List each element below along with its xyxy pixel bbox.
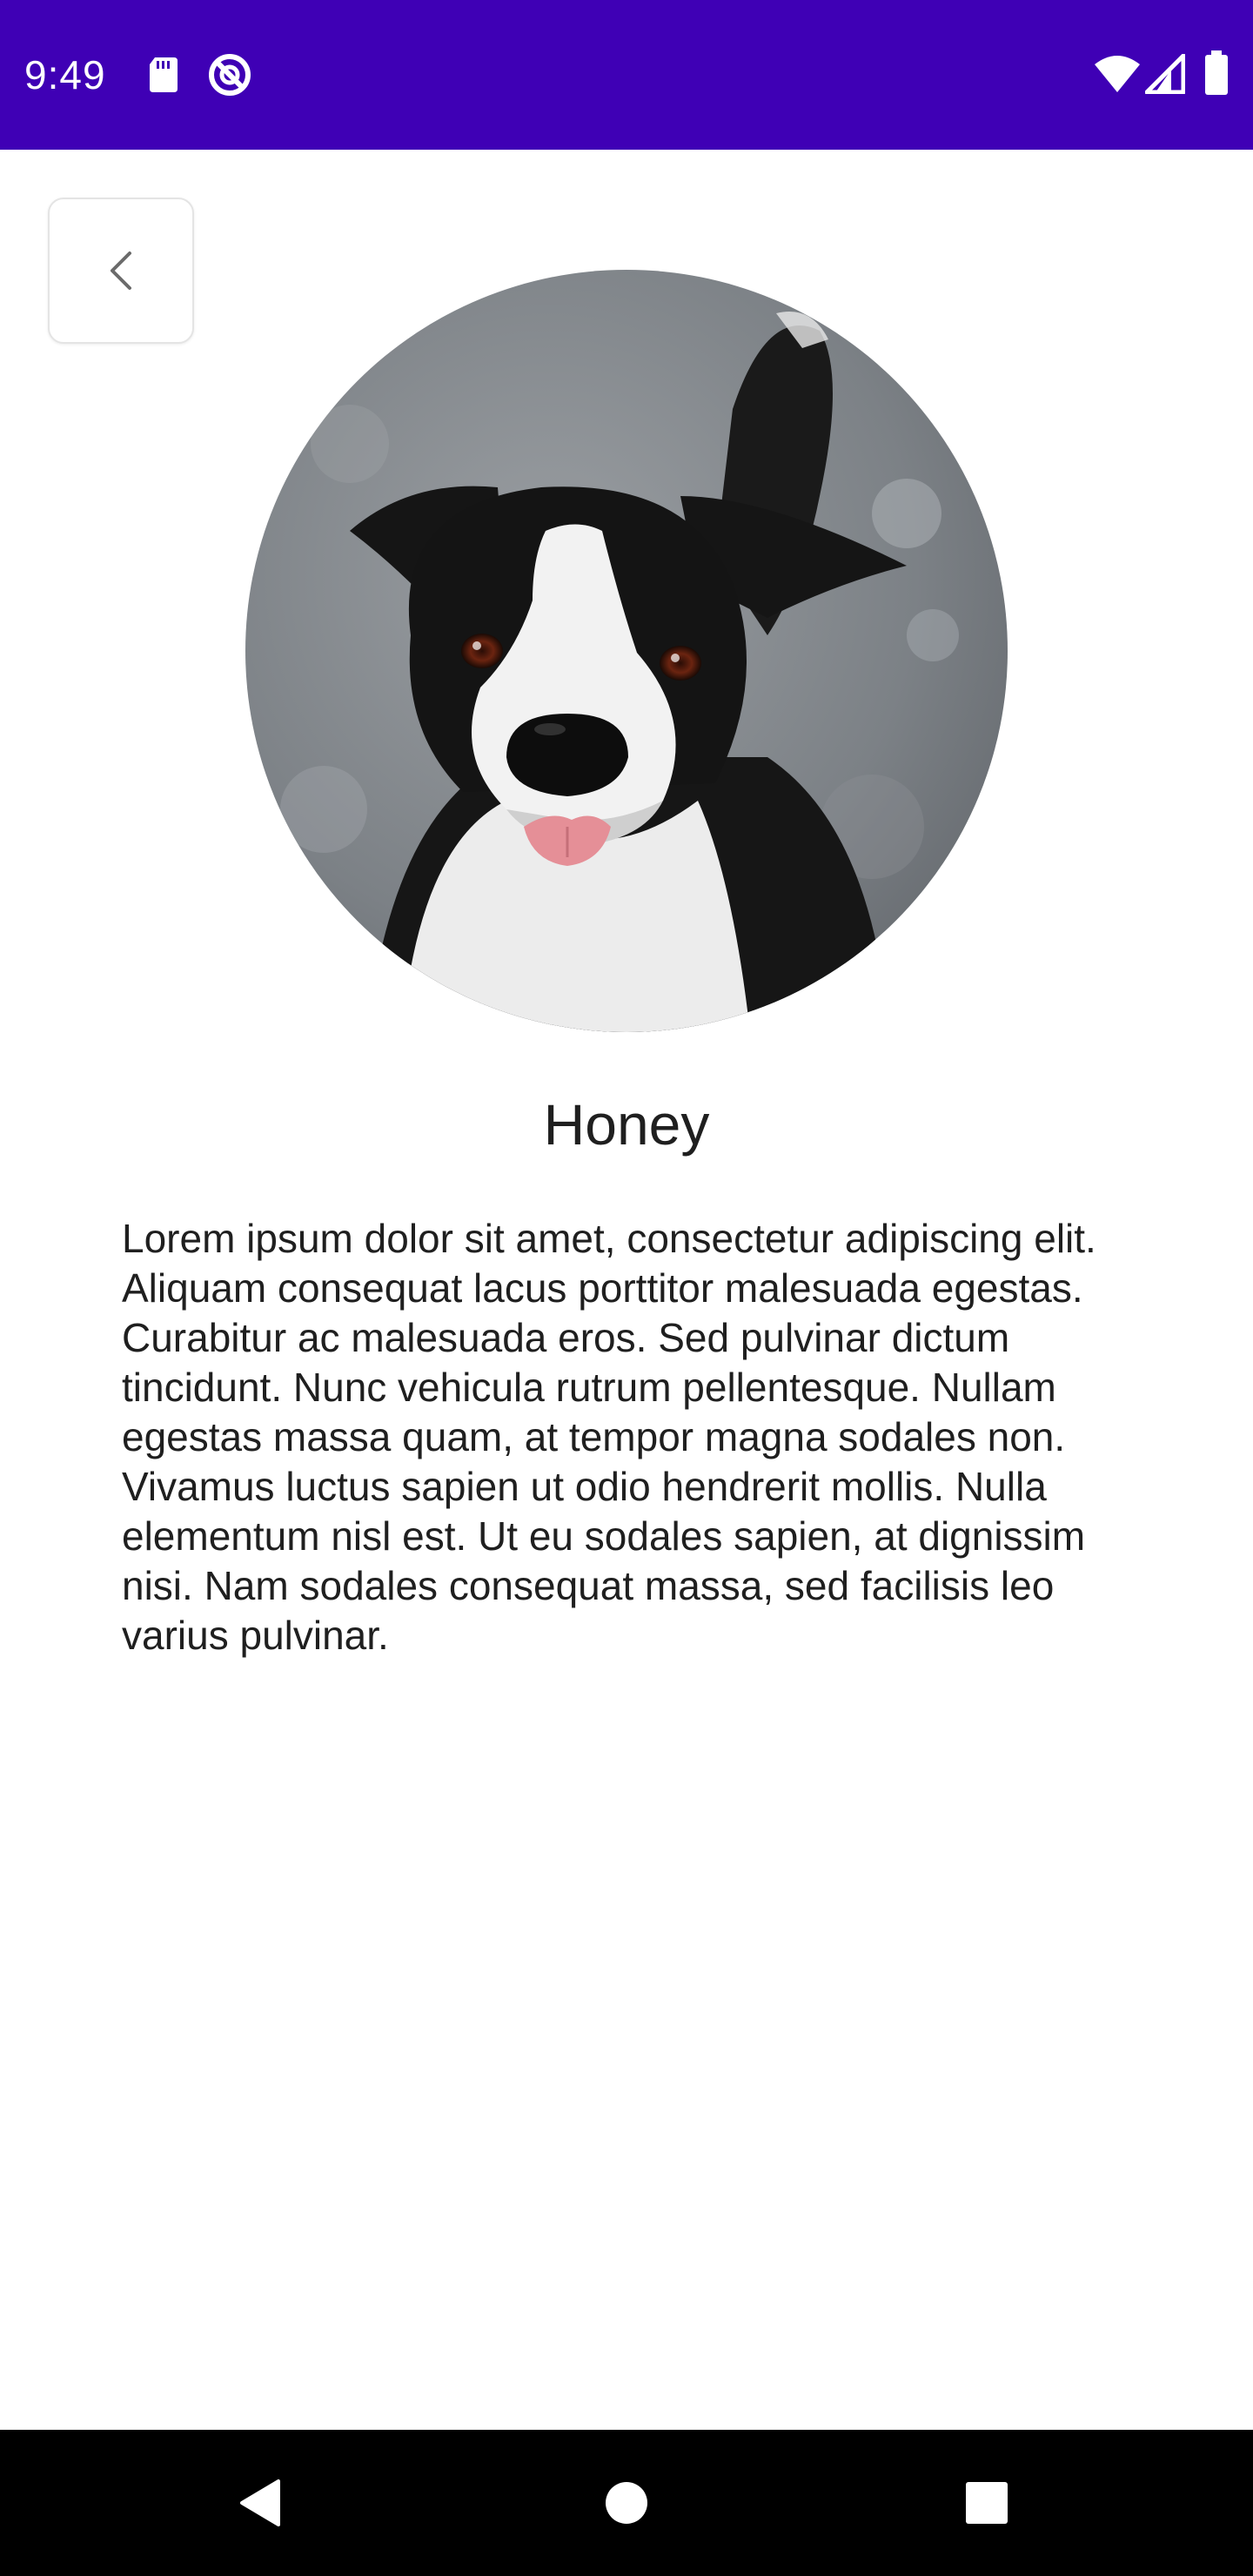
navigation-bar	[0, 2430, 1253, 2576]
recents-square-icon[interactable]	[964, 2480, 1009, 2526]
wifi-icon	[1095, 56, 1140, 92]
home-circle-icon[interactable]	[602, 2479, 651, 2527]
no-disturb-icon	[209, 54, 251, 96]
dog-photo	[245, 270, 1008, 1032]
back-button[interactable]	[48, 198, 194, 344]
sd-card-icon	[150, 57, 178, 92]
status-bar: 9:49	[0, 0, 1253, 150]
status-time: 9:49	[24, 52, 106, 97]
cell-signal-icon	[1145, 54, 1185, 94]
battery-icon	[1205, 50, 1228, 95]
pet-avatar	[245, 270, 1008, 1032]
pet-name: Honey	[543, 1092, 710, 1157]
back-triangle-icon[interactable]	[235, 2477, 287, 2529]
chevron-left-icon	[111, 252, 131, 290]
pet-description: Lorem ipsum dolor sit amet, consectetur …	[122, 1216, 1096, 1658]
